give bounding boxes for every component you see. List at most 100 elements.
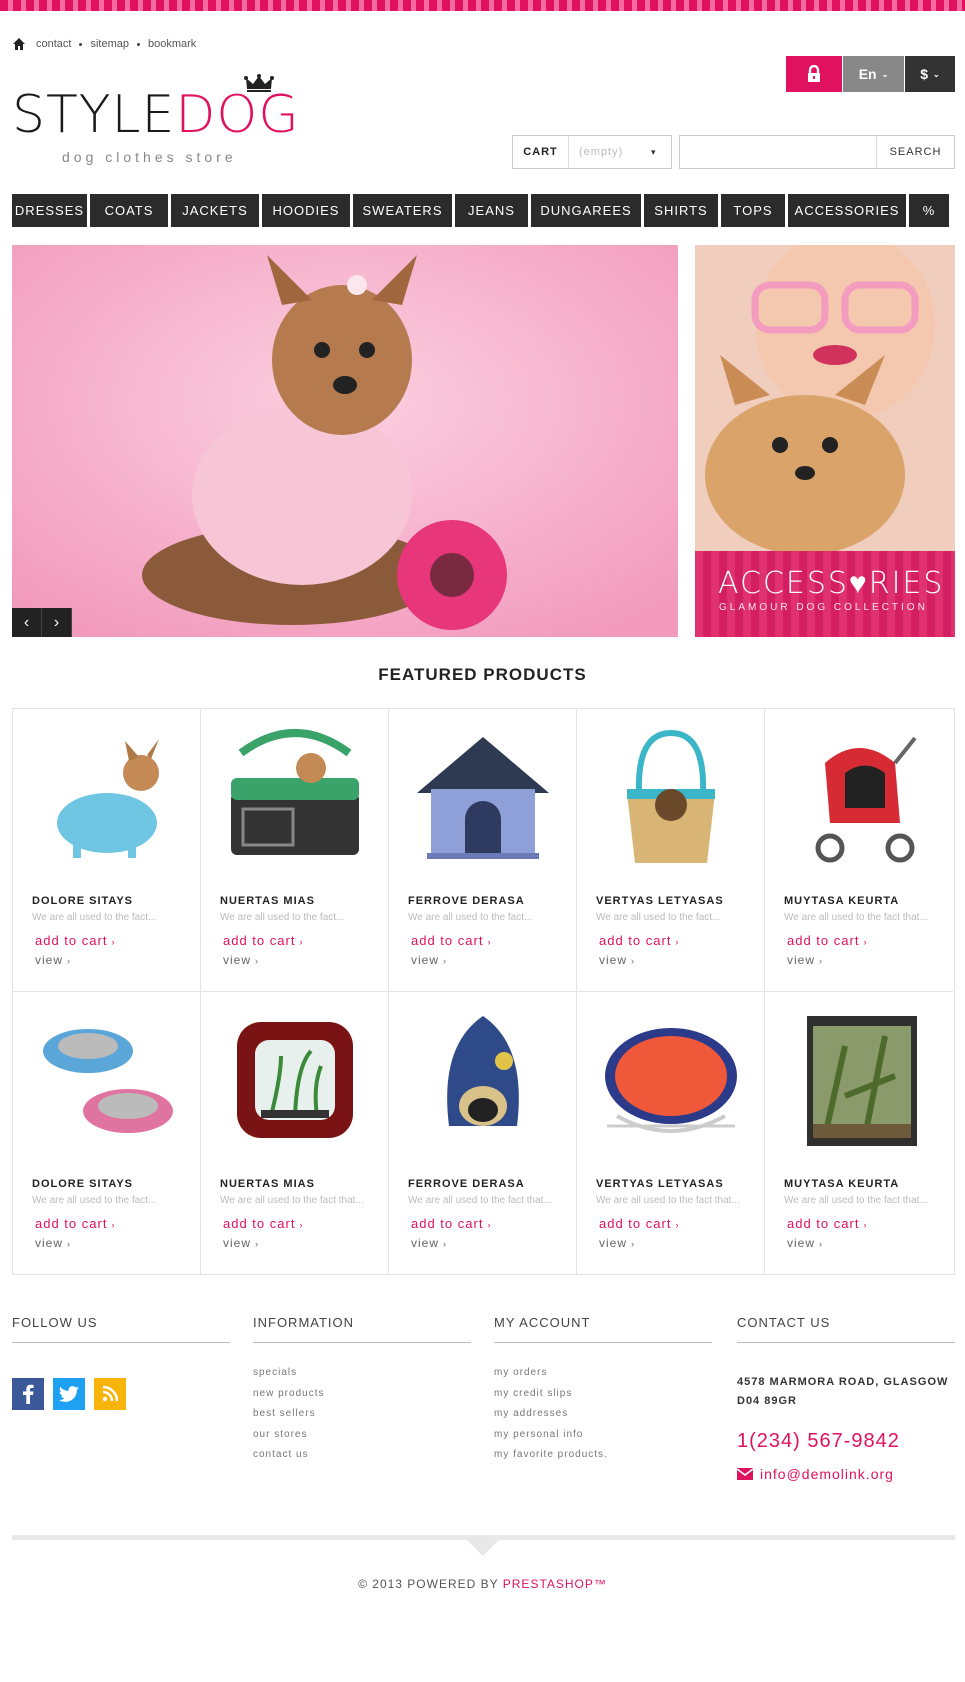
chevron-right-icon[interactable]: › [42, 608, 72, 637]
nav-hoodies[interactable]: HOODIES [262, 194, 350, 227]
nav-dungarees[interactable]: DUNGAREES [531, 194, 641, 227]
product-name[interactable]: DOLORE SITAYS [32, 895, 133, 907]
cart-dropdown[interactable]: CART (empty) ▾ [512, 135, 672, 169]
hero-slider-image[interactable] [12, 245, 678, 637]
product-name[interactable]: VERTYAS LETYASAS [596, 895, 724, 907]
product-image[interactable] [221, 723, 369, 871]
footer-link-specials[interactable]: specials [253, 1363, 471, 1384]
footer-account: MY ACCOUNT my orders my credit slips my … [494, 1315, 712, 1466]
product-description: We are all used to the fact that... [784, 1195, 928, 1206]
view-button[interactable]: view › [599, 1236, 635, 1250]
search-input[interactable] [680, 136, 876, 168]
product-name[interactable]: MUYTASA KEURTA [784, 895, 899, 907]
add-to-cart-button[interactable]: add to cart › [599, 933, 679, 948]
view-button[interactable]: view › [35, 953, 71, 967]
product-card: VERTYAS LETYASAS We are all used to the … [577, 992, 765, 1275]
view-button[interactable]: view › [411, 953, 447, 967]
product-description: We are all used to the fact... [32, 1195, 157, 1206]
nav-tops[interactable]: TOPS [721, 194, 785, 227]
product-image[interactable] [33, 723, 181, 871]
nav-shirts[interactable]: SHIRTS [644, 194, 718, 227]
sitemap-link[interactable]: sitemap [90, 38, 129, 50]
rss-icon[interactable] [94, 1378, 126, 1410]
footer-link-personal-info[interactable]: my personal info [494, 1425, 712, 1446]
chevron-left-icon[interactable]: ‹ [12, 608, 42, 637]
product-image[interactable] [785, 1006, 933, 1154]
promo-title: ACCESS♥RIES [718, 566, 945, 601]
chevron-right-icon: › [487, 937, 492, 947]
add-to-cart-button[interactable]: add to cart › [411, 1216, 491, 1231]
prestashop-link[interactable]: PRESTASHOP™ [503, 1577, 607, 1591]
nav-sale[interactable]: % [909, 194, 949, 227]
view-button[interactable]: view › [787, 1236, 823, 1250]
footer-link-credit-slips[interactable]: my credit slips [494, 1384, 712, 1405]
nav-dresses[interactable]: DRESSES [12, 194, 87, 227]
footer-notch [467, 1540, 499, 1556]
view-button[interactable]: view › [787, 953, 823, 967]
twitter-icon[interactable] [53, 1378, 85, 1410]
product-image[interactable] [221, 1006, 369, 1154]
product-image[interactable] [409, 723, 557, 871]
add-to-cart-button[interactable]: add to cart › [787, 933, 867, 948]
bookmark-link[interactable]: bookmark [148, 38, 196, 50]
footer-link-our-stores[interactable]: our stores [253, 1425, 471, 1446]
footer-link-best-sellers[interactable]: best sellers [253, 1404, 471, 1425]
footer-link-orders[interactable]: my orders [494, 1363, 712, 1384]
footer-address: 4578 MARMORA ROAD, GLASGOW D04 89GR [737, 1376, 949, 1407]
social-links [12, 1378, 126, 1410]
chevron-right-icon: › [111, 1220, 116, 1230]
search-button[interactable]: SEARCH [876, 136, 954, 168]
home-icon[interactable] [12, 37, 26, 51]
add-to-cart-button[interactable]: add to cart › [223, 1216, 303, 1231]
product-image[interactable] [597, 1006, 745, 1154]
add-to-cart-button[interactable]: add to cart › [35, 1216, 115, 1231]
chevron-right-icon: › [67, 956, 72, 966]
footer-link-new-products[interactable]: new products [253, 1384, 471, 1405]
footer-link-contact-us[interactable]: contact us [253, 1445, 471, 1466]
footer-link-addresses[interactable]: my addresses [494, 1404, 712, 1425]
add-to-cart-button[interactable]: add to cart › [411, 933, 491, 948]
product-card: VERTYAS LETYASAS We are all used to the … [577, 709, 765, 992]
facebook-icon[interactable] [12, 1378, 44, 1410]
login-button[interactable] [786, 56, 842, 92]
product-description: We are all used to the fact... [32, 912, 157, 923]
nav-jeans[interactable]: JEANS [455, 194, 528, 227]
nav-coats[interactable]: COATS [90, 194, 168, 227]
product-name[interactable]: NUERTAS MIAS [220, 1178, 315, 1190]
nav-sweaters[interactable]: SWEATERS [353, 194, 452, 227]
product-name[interactable]: FERROVE DERASA [408, 1178, 525, 1190]
product-name[interactable]: DOLORE SITAYS [32, 1178, 133, 1190]
footer-link-favorites[interactable]: my favorite products. [494, 1445, 712, 1466]
logo-tagline: dog clothes store [62, 149, 237, 165]
contact-link[interactable]: contact [36, 38, 71, 50]
product-image[interactable] [409, 1006, 557, 1154]
add-to-cart-button[interactable]: add to cart › [599, 1216, 679, 1231]
product-image[interactable] [33, 1006, 181, 1154]
footer-email[interactable]: info@demolink.org [737, 1466, 894, 1482]
product-image[interactable] [597, 723, 745, 871]
view-button[interactable]: view › [599, 953, 635, 967]
product-name[interactable]: MUYTASA KEURTA [784, 1178, 899, 1190]
product-card: NUERTAS MIAS We are all used to the fact… [201, 992, 389, 1275]
product-name[interactable]: NUERTAS MIAS [220, 895, 315, 907]
language-selector[interactable]: En ⌄ [843, 56, 904, 92]
view-button[interactable]: view › [223, 1236, 259, 1250]
chevron-right-icon: › [675, 937, 680, 947]
search-bar: SEARCH [679, 135, 955, 169]
product-image[interactable] [785, 723, 933, 871]
site-logo[interactable]: STYLEDOG dog clothes store [12, 73, 312, 173]
nav-accessories[interactable]: ACCESSORIES [788, 194, 906, 227]
view-button[interactable]: view › [223, 953, 259, 967]
product-name[interactable]: VERTYAS LETYASAS [596, 1178, 724, 1190]
nav-jackets[interactable]: JACKETS [171, 194, 259, 227]
add-to-cart-button[interactable]: add to cart › [35, 933, 115, 948]
top-links: contact sitemap bookmark [12, 36, 196, 52]
product-name[interactable]: FERROVE DERASA [408, 895, 525, 907]
add-to-cart-button[interactable]: add to cart › [223, 933, 303, 948]
view-button[interactable]: view › [411, 1236, 447, 1250]
view-button[interactable]: view › [35, 1236, 71, 1250]
product-description: We are all used to the fact that... [784, 912, 928, 923]
product-card: DOLORE SITAYS We are all used to the fac… [13, 992, 201, 1275]
add-to-cart-button[interactable]: add to cart › [787, 1216, 867, 1231]
currency-selector[interactable]: $ ⌄ [905, 56, 955, 92]
